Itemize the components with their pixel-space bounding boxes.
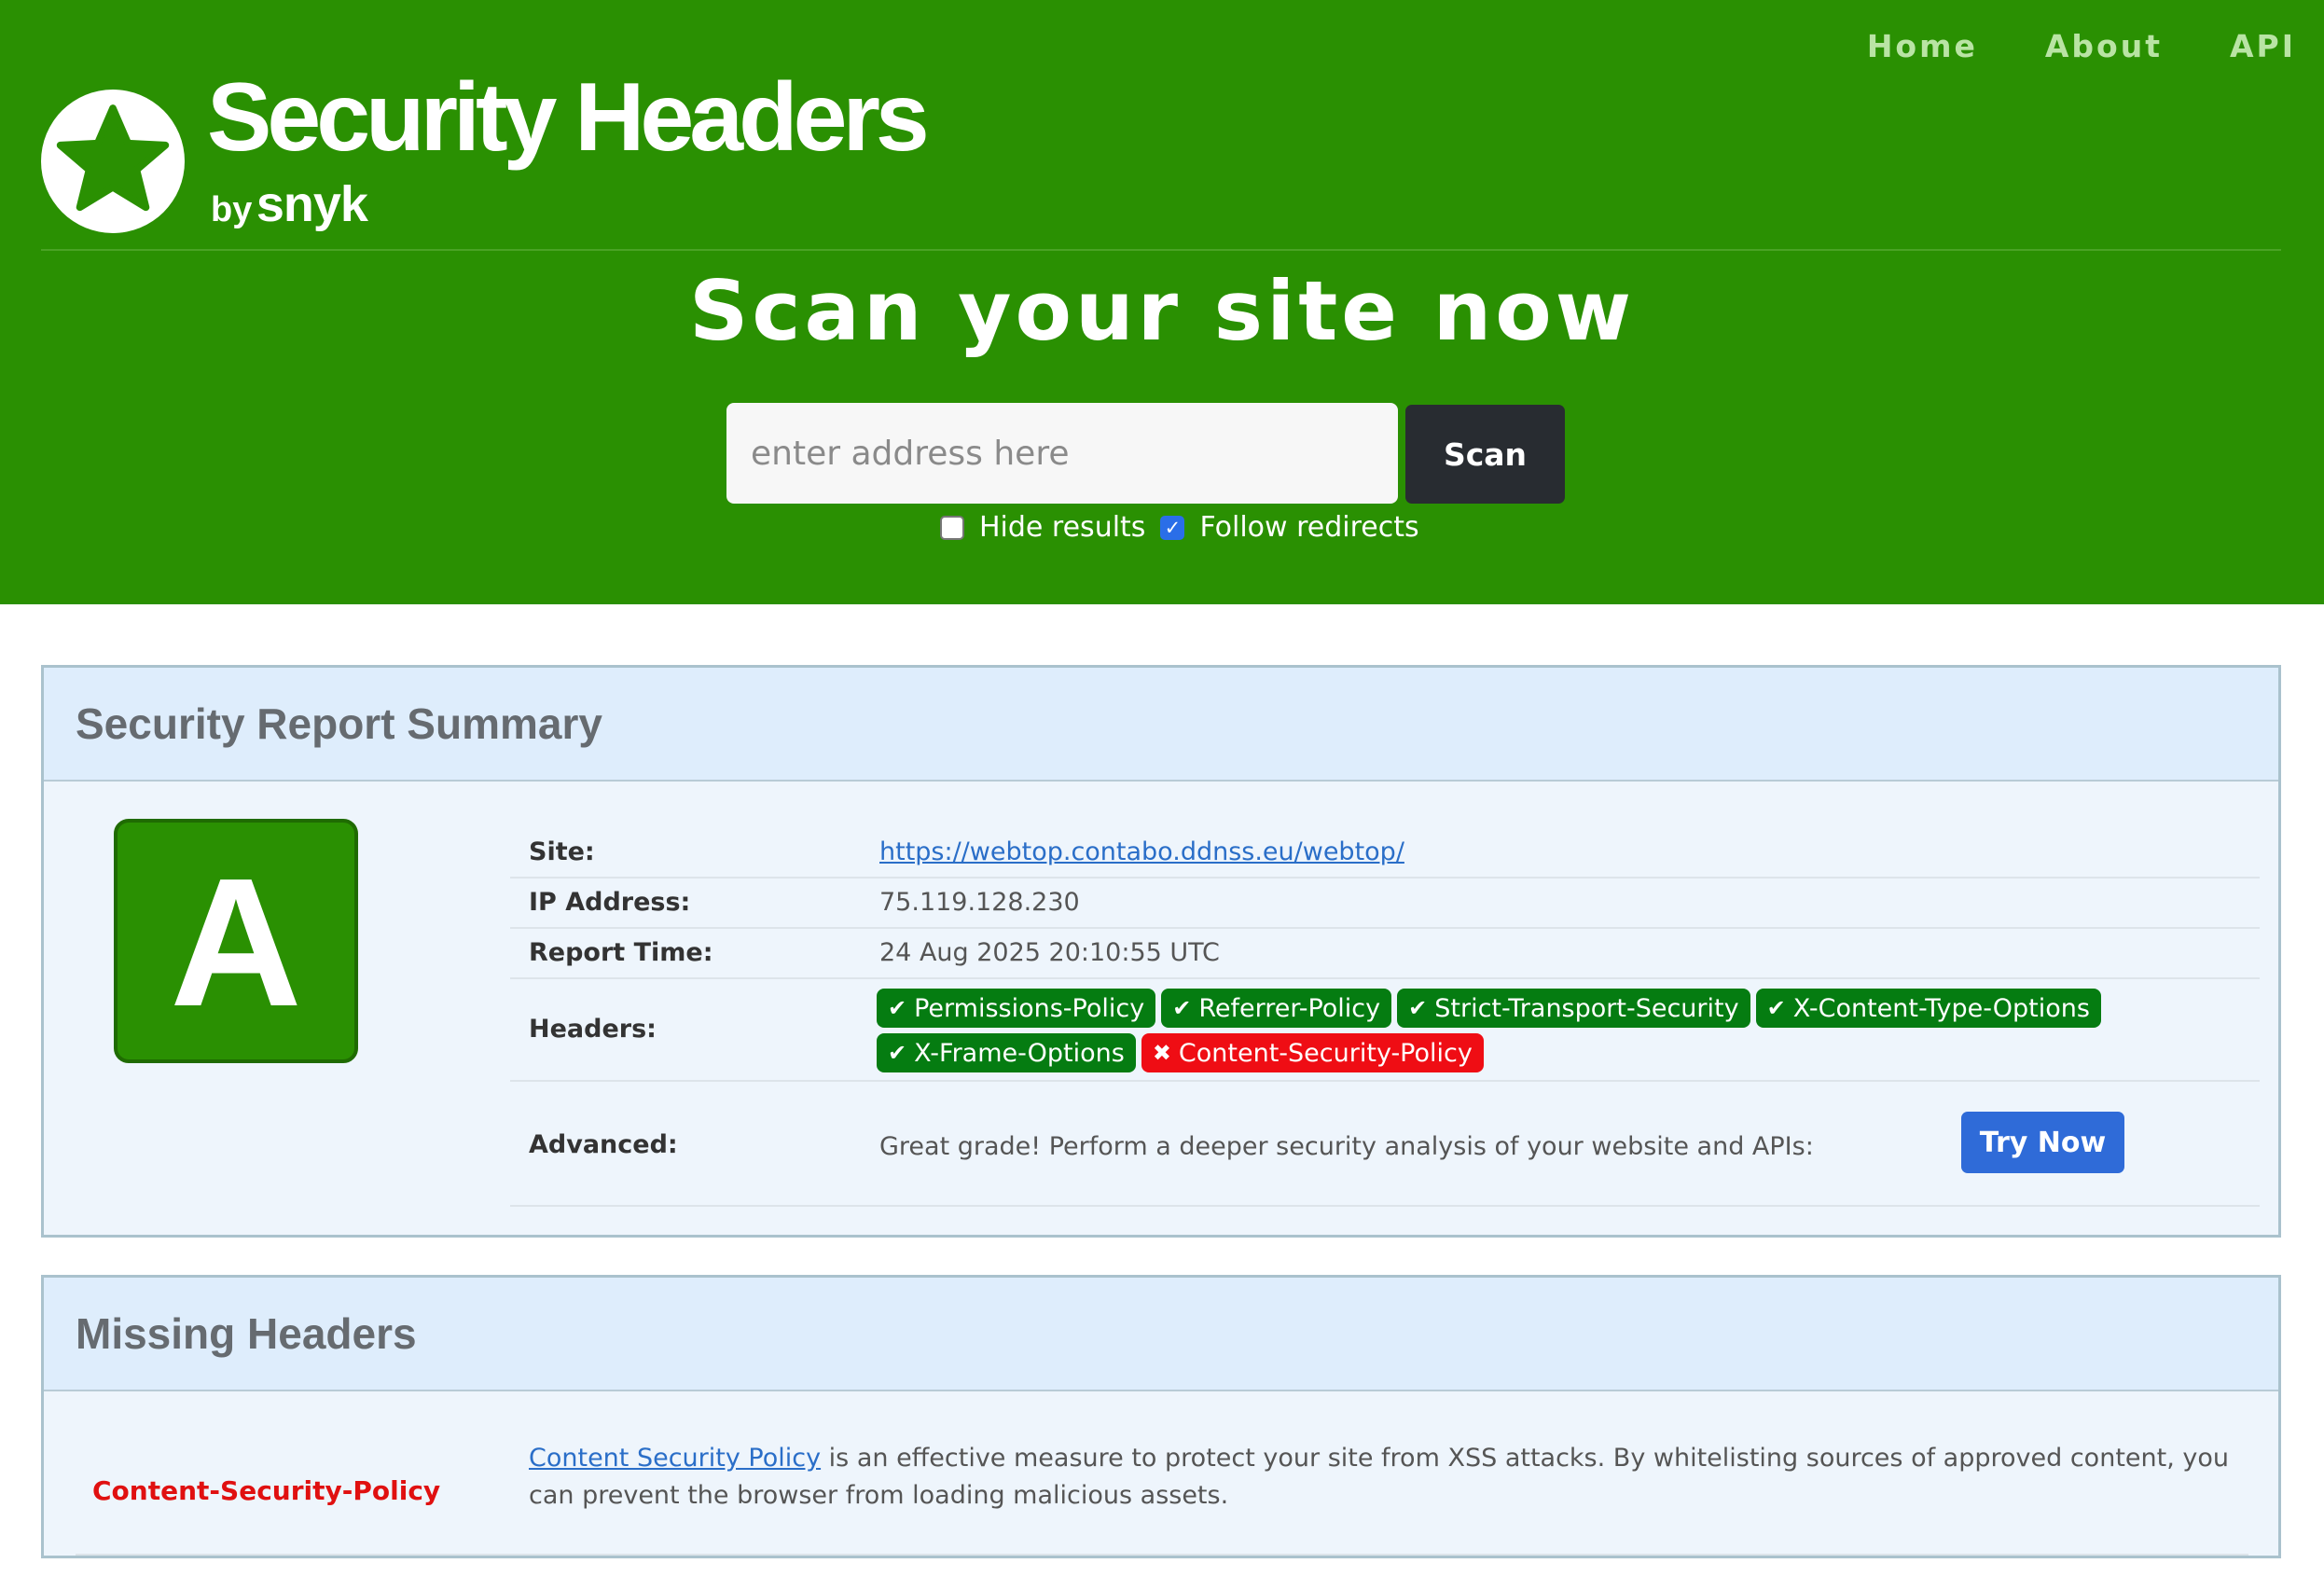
advanced-label: Advanced: — [529, 1130, 678, 1159]
nav-about-link[interactable]: About — [2045, 28, 2163, 64]
missing-headers-header: Missing Headers — [44, 1278, 2278, 1391]
header-badge[interactable]: ✔ Permissions-Policy — [877, 989, 1156, 1028]
report-summary-header: Security Report Summary — [44, 668, 2278, 782]
cross-icon: ✖ — [1152, 1040, 1171, 1066]
scan-options: Hide results ✓ Follow redirects — [940, 511, 1434, 544]
follow-redirects-label: Follow redirects — [1199, 511, 1419, 544]
missing-header-row: Content-Security-Policy Content Security… — [76, 1429, 2248, 1556]
header-badge-label: Permissions-Policy — [914, 993, 1145, 1023]
report-row-site: Site: https://webtop.contabo.ddnss.eu/we… — [510, 826, 2260, 879]
report-summary-panel: Security Report Summary A Site: https://… — [41, 665, 2281, 1238]
address-input[interactable] — [726, 403, 1398, 504]
report-row-advanced: Advanced: Great grade! Perform a deeper … — [510, 1082, 2260, 1207]
header-badge-label: Content-Security-Policy — [1178, 1038, 1473, 1068]
grade-badge: A — [114, 819, 358, 1063]
header-badge-label: Strict-Transport-Security — [1434, 993, 1739, 1023]
missing-headers-panel: Missing Headers Content-Security-Policy … — [41, 1275, 2281, 1558]
star-icon[interactable] — [41, 90, 185, 233]
brand-company-logo: snyk — [256, 176, 368, 232]
follow-redirects-option[interactable]: ✓ Follow redirects — [1160, 511, 1419, 544]
hero-title: Scan your site now — [688, 263, 1636, 359]
report-row-headers: Headers: ✔ Permissions-Policy ✔ Referrer-P… — [510, 979, 2260, 1082]
header-badge-label: X-Content-Type-Options — [1792, 993, 2090, 1023]
nav-api-link[interactable]: API — [2230, 28, 2296, 64]
report-summary-title: Security Report Summary — [76, 699, 602, 748]
main-nav: Home About API — [1867, 28, 2296, 64]
check-icon: ✔ — [888, 1040, 907, 1066]
report-table: Site: https://webtop.contabo.ddnss.eu/we… — [510, 826, 2260, 1207]
try-now-button[interactable]: Try Now — [1961, 1112, 2124, 1173]
nav-home-link[interactable]: Home — [1867, 28, 1978, 64]
hide-results-checkbox[interactable] — [940, 515, 964, 540]
header-badge-missing[interactable]: ✖ Content-Security-Policy — [1141, 1033, 1484, 1072]
ip-value: 75.119.128.230 — [879, 888, 1080, 917]
header-badge[interactable]: ✔ X-Content-Type-Options — [1755, 989, 2101, 1028]
report-row-ip: IP Address: 75.119.128.230 — [510, 879, 2260, 929]
site-header: Home About API Security Headers by snyk … — [0, 0, 2324, 604]
ip-label: IP Address: — [529, 888, 691, 917]
site-value: https://webtop.contabo.ddnss.eu/webtop/ — [879, 837, 1404, 866]
time-label: Report Time: — [529, 938, 713, 967]
check-icon: ✔ — [888, 995, 907, 1021]
check-icon: ✔ — [1408, 995, 1428, 1021]
missing-header-name: Content-Security-Policy — [92, 1475, 441, 1506]
hide-results-label: Hide results — [979, 511, 1146, 544]
missing-header-description: Content Security Policy is an effective … — [529, 1440, 2248, 1515]
brand-title[interactable]: Security Headers — [207, 69, 930, 166]
header-badge-label: Referrer-Policy — [1198, 993, 1381, 1023]
header-badge[interactable]: ✔ Strict-Transport-Security — [1397, 989, 1750, 1028]
header-badges: ✔ Permissions-Policy ✔ Referrer-Policy ✔ St… — [877, 989, 2229, 1072]
headers-label: Headers: — [529, 1015, 657, 1044]
scan-button[interactable]: Scan — [1405, 405, 1565, 504]
csp-info-link[interactable]: Content Security Policy — [529, 1444, 821, 1473]
brand-by-text: by — [211, 190, 253, 229]
hide-results-option[interactable]: Hide results — [940, 511, 1145, 544]
header-badge[interactable]: ✔ X-Frame-Options — [877, 1033, 1136, 1072]
missing-headers-title: Missing Headers — [76, 1309, 417, 1358]
header-badge-label: X-Frame-Options — [914, 1038, 1125, 1068]
report-row-time: Report Time: 24 Aug 2025 20:10:55 UTC — [510, 929, 2260, 979]
advanced-text: Great grade! Perform a deeper security a… — [879, 1132, 1814, 1161]
site-link[interactable]: https://webtop.contabo.ddnss.eu/webtop/ — [879, 837, 1404, 866]
brand-byline: by snyk — [211, 176, 368, 232]
check-icon: ✔ — [1766, 995, 1786, 1021]
site-label: Site: — [529, 837, 595, 866]
header-badge[interactable]: ✔ Referrer-Policy — [1161, 989, 1392, 1028]
header-divider — [41, 249, 2281, 251]
time-value: 24 Aug 2025 20:10:55 UTC — [879, 938, 1220, 967]
follow-redirects-checkbox[interactable]: ✓ — [1160, 515, 1185, 540]
check-icon: ✔ — [1172, 995, 1192, 1021]
